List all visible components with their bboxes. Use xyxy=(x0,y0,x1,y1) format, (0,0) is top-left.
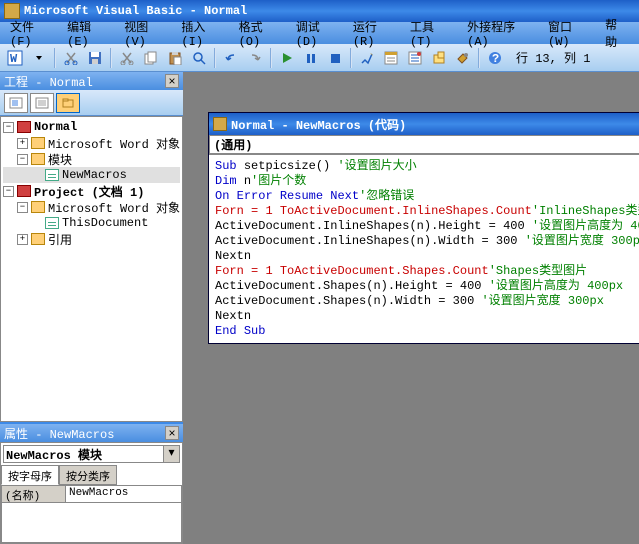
tree-refs[interactable]: +引用 xyxy=(3,231,180,247)
cut2-icon[interactable] xyxy=(116,47,138,69)
tree-newmacros[interactable]: NewMacros xyxy=(3,167,180,183)
left-panel: 工程 - Normal × −Normal +Microsoft Word 对象… xyxy=(0,72,183,544)
run-icon[interactable] xyxy=(276,47,298,69)
props-object-combo[interactable]: ▾ xyxy=(3,445,180,463)
props-object-input[interactable] xyxy=(4,447,163,461)
dropdown-icon[interactable] xyxy=(28,47,50,69)
copy-icon[interactable] xyxy=(140,47,162,69)
word-icon[interactable]: W xyxy=(4,47,26,69)
svg-text:?: ? xyxy=(492,52,499,65)
tree-normal[interactable]: −Normal xyxy=(3,119,180,135)
tree-thisdoc[interactable]: ThisDocument xyxy=(3,215,180,231)
cursor-position: 行 13, 列 1 xyxy=(516,49,590,66)
menu-debug[interactable]: 调试(D) xyxy=(290,16,347,51)
undo-icon[interactable] xyxy=(220,47,242,69)
help-icon[interactable]: ? xyxy=(484,47,506,69)
redo-icon[interactable] xyxy=(244,47,266,69)
props-tab-alpha[interactable]: 按字母序 xyxy=(1,465,59,485)
prop-row-name[interactable]: (名称) NewMacros xyxy=(1,485,182,503)
project-tree[interactable]: −Normal +Microsoft Word 对象 −模块 NewMacros… xyxy=(0,116,183,422)
menu-window[interactable]: 窗口(W) xyxy=(542,16,599,51)
menu-run[interactable]: 运行(R) xyxy=(347,16,404,51)
object-browser-icon[interactable] xyxy=(428,47,450,69)
code-window-icon xyxy=(213,117,227,131)
project-pane-title: 工程 - Normal × xyxy=(0,72,183,90)
code-editor[interactable]: Sub setpicsize() '设置图片大小 Dim n'图片个数 On E… xyxy=(209,155,639,343)
tree-word-obj2[interactable]: −Microsoft Word 对象 xyxy=(3,199,180,215)
prop-name-val[interactable]: NewMacros xyxy=(66,485,182,503)
menubar[interactable]: 文件(F) 编辑(E) 视图(V) 插入(I) 格式(O) 调试(D) 运行(R… xyxy=(0,22,639,44)
menu-insert[interactable]: 插入(I) xyxy=(175,16,232,51)
tree-word-obj[interactable]: +Microsoft Word 对象 xyxy=(3,135,180,151)
toolbox-icon[interactable] xyxy=(452,47,474,69)
menu-format[interactable]: 格式(O) xyxy=(233,16,290,51)
menu-help[interactable]: 帮助 xyxy=(599,14,635,52)
cut-icon[interactable] xyxy=(60,47,82,69)
properties-icon[interactable] xyxy=(404,47,426,69)
paste-icon[interactable] xyxy=(164,47,186,69)
view-code-tab[interactable] xyxy=(4,93,28,113)
pause-icon[interactable] xyxy=(300,47,322,69)
project-pane-tabs xyxy=(0,90,183,116)
menu-addins[interactable]: 外接程序(A) xyxy=(461,16,542,51)
view-object-tab[interactable] xyxy=(30,93,54,113)
menu-file[interactable]: 文件(F) xyxy=(4,16,61,51)
props-pane-title: 属性 - NewMacros × xyxy=(0,424,183,442)
code-scope-combo[interactable]: (通用) ▾ xyxy=(209,135,639,154)
save-icon[interactable] xyxy=(84,47,106,69)
prop-name-key: (名称) xyxy=(1,485,66,503)
document-icon xyxy=(45,217,59,229)
mdi-area: Normal - NewMacros (代码) (通用) ▾ Sub setpi… xyxy=(183,72,639,544)
chevron-down-icon[interactable]: ▾ xyxy=(163,446,179,462)
code-window-titlebar[interactable]: Normal - NewMacros (代码) xyxy=(209,113,639,135)
project-pane-close-icon[interactable]: × xyxy=(165,74,179,88)
toggle-folders-tab[interactable] xyxy=(56,93,80,113)
props-tab-cat[interactable]: 按分类序 xyxy=(59,465,117,485)
find-icon[interactable] xyxy=(188,47,210,69)
menu-edit[interactable]: 编辑(E) xyxy=(61,16,118,51)
tree-project[interactable]: −Project (文档 1) xyxy=(3,183,180,199)
svg-text:W: W xyxy=(10,52,18,66)
code-window: Normal - NewMacros (代码) (通用) ▾ Sub setpi… xyxy=(208,112,639,344)
toolbar: W ? 行 13, 列 1 xyxy=(0,44,639,72)
tree-modules[interactable]: −模块 xyxy=(3,151,180,167)
menu-tools[interactable]: 工具(T) xyxy=(404,16,461,51)
design-icon[interactable] xyxy=(356,47,378,69)
props-pane-close-icon[interactable]: × xyxy=(165,426,179,440)
stop-icon[interactable] xyxy=(324,47,346,69)
properties-pane: 属性 - NewMacros × ▾ 按字母序 按分类序 (名称) NewMac… xyxy=(0,422,183,544)
menu-view[interactable]: 视图(V) xyxy=(118,16,175,51)
project-explorer-icon[interactable] xyxy=(380,47,402,69)
